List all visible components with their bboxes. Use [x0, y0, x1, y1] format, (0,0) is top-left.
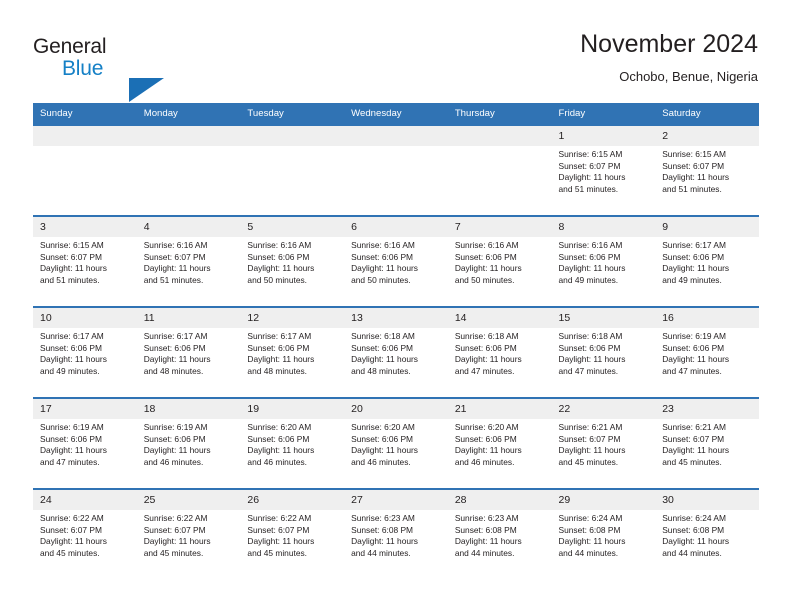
logo-text-general: General — [33, 35, 107, 58]
day-cell-info[interactable]: Sunrise: 6:24 AM Sunset: 6:08 PM Dayligh… — [655, 510, 759, 579]
day-cell-info[interactable]: Sunrise: 6:23 AM Sunset: 6:08 PM Dayligh… — [344, 510, 448, 579]
day-cell-info[interactable]: Sunrise: 6:19 AM Sunset: 6:06 PM Dayligh… — [33, 419, 137, 488]
day-cell-info[interactable]: Sunrise: 6:21 AM Sunset: 6:07 PM Dayligh… — [655, 419, 759, 488]
day-cell-info[interactable]: Sunrise: 6:18 AM Sunset: 6:06 PM Dayligh… — [447, 328, 552, 397]
week-daynumber-row: 12 — [33, 126, 759, 146]
day-cell-info[interactable]: Sunrise: 6:19 AM Sunset: 6:06 PM Dayligh… — [136, 419, 241, 488]
week-dayinfo-row: Sunrise: 6:17 AM Sunset: 6:06 PM Dayligh… — [33, 328, 759, 397]
day-number[interactable]: 25 — [136, 490, 241, 510]
week-daynumber-row: 17 18 19 20 21 22 23 — [33, 399, 759, 419]
day-cell-info[interactable]: Sunrise: 6:17 AM Sunset: 6:06 PM Dayligh… — [240, 328, 345, 397]
day-number[interactable]: 1 — [551, 126, 656, 146]
day-number[interactable]: 9 — [655, 217, 759, 237]
general-blue-logo[interactable]: General Blue — [33, 35, 233, 102]
weekday-header-sunday: Sunday — [33, 103, 137, 124]
day-number-empty — [136, 126, 241, 146]
day-number[interactable]: 19 — [240, 399, 345, 419]
day-number[interactable]: 11 — [136, 308, 241, 328]
day-cell-info[interactable]: Sunrise: 6:17 AM Sunset: 6:06 PM Dayligh… — [655, 237, 759, 306]
day-number[interactable]: 21 — [447, 399, 552, 419]
day-cell-info[interactable]: Sunrise: 6:22 AM Sunset: 6:07 PM Dayligh… — [136, 510, 241, 579]
day-number-empty — [33, 126, 137, 146]
weekday-header-wednesday: Wednesday — [344, 103, 448, 124]
day-number[interactable]: 12 — [240, 308, 345, 328]
logo-triangle-icon — [129, 78, 164, 102]
day-cell-empty — [33, 146, 137, 215]
week-daynumber-row: 24 25 26 27 28 29 30 — [33, 490, 759, 510]
day-number[interactable]: 16 — [655, 308, 759, 328]
day-cell-info[interactable]: Sunrise: 6:21 AM Sunset: 6:07 PM Dayligh… — [551, 419, 656, 488]
day-cell-info[interactable]: Sunrise: 6:19 AM Sunset: 6:06 PM Dayligh… — [655, 328, 759, 397]
day-cell-info[interactable]: Sunrise: 6:16 AM Sunset: 6:06 PM Dayligh… — [447, 237, 552, 306]
page-subtitle: Ochobo, Benue, Nigeria — [619, 69, 758, 84]
day-number[interactable]: 30 — [655, 490, 759, 510]
weekday-header-thursday: Thursday — [447, 103, 552, 124]
week-daynumber-row: 3456789 — [33, 217, 759, 237]
day-cell-info[interactable]: Sunrise: 6:22 AM Sunset: 6:07 PM Dayligh… — [33, 510, 137, 579]
day-number-empty — [240, 126, 345, 146]
weekday-header-saturday: Saturday — [655, 103, 759, 124]
calendar-body: 1 2 Sunrise: 6:15 AM Sunset: 6:07 PM Dayli… — [33, 124, 759, 579]
day-number[interactable]: 8 — [551, 217, 656, 237]
week-dayinfo-row: Sunrise: 6:15 AM Sunset: 6:07 PM Dayligh… — [33, 146, 759, 215]
week-daynumber-row: 10 11 12 13 14 15 16 — [33, 308, 759, 328]
weekday-header-tuesday: Tuesday — [240, 103, 345, 124]
day-number-empty — [344, 126, 448, 146]
day-number[interactable]: 29 — [551, 490, 656, 510]
day-number[interactable]: 22 — [551, 399, 656, 419]
day-number[interactable]: 15 — [551, 308, 656, 328]
week-dayinfo-row: Sunrise: 6:19 AM Sunset: 6:06 PM Dayligh… — [33, 419, 759, 488]
day-number[interactable]: 13 — [344, 308, 448, 328]
day-number[interactable]: 26 — [240, 490, 345, 510]
day-cell-info[interactable]: Sunrise: 6:20 AM Sunset: 6:06 PM Dayligh… — [240, 419, 345, 488]
day-cell-info[interactable]: Sunrise: 6:16 AM Sunset: 6:06 PM Dayligh… — [240, 237, 345, 306]
day-number[interactable]: 7 — [447, 217, 552, 237]
week-dayinfo-row: Sunrise: 6:22 AM Sunset: 6:07 PM Dayligh… — [33, 510, 759, 579]
day-number[interactable]: 28 — [447, 490, 552, 510]
day-number[interactable]: 5 — [240, 217, 345, 237]
day-cell-info[interactable]: Sunrise: 6:17 AM Sunset: 6:06 PM Dayligh… — [33, 328, 137, 397]
day-cell-info[interactable]: Sunrise: 6:18 AM Sunset: 6:06 PM Dayligh… — [344, 328, 448, 397]
day-cell-info[interactable]: Sunrise: 6:16 AM Sunset: 6:07 PM Dayligh… — [136, 237, 241, 306]
day-number[interactable]: 24 — [33, 490, 137, 510]
day-number[interactable]: 27 — [344, 490, 448, 510]
week-dayinfo-row: Sunrise: 6:15 AM Sunset: 6:07 PM Dayligh… — [33, 237, 759, 306]
weekday-header-friday: Friday — [551, 103, 656, 124]
day-number[interactable]: 6 — [344, 217, 448, 237]
day-cell-info[interactable]: Sunrise: 6:23 AM Sunset: 6:08 PM Dayligh… — [447, 510, 552, 579]
day-number[interactable]: 14 — [447, 308, 552, 328]
day-cell-empty — [136, 146, 241, 215]
page-title: November 2024 — [580, 30, 758, 58]
calendar-table: Sunday Monday Tuesday Wednesday Thursday… — [33, 103, 759, 579]
title-block: November 2024 Ochobo, Benue, Nigeria — [580, 28, 758, 87]
day-number[interactable]: 20 — [344, 399, 448, 419]
day-cell-empty — [240, 146, 345, 215]
day-cell-info[interactable]: Sunrise: 6:15 AM Sunset: 6:07 PM Dayligh… — [551, 146, 656, 215]
day-number[interactable]: 23 — [655, 399, 759, 419]
day-number[interactable]: 2 — [655, 126, 759, 146]
day-cell-empty — [447, 146, 552, 215]
day-number-empty — [447, 126, 552, 146]
day-cell-info[interactable]: Sunrise: 6:22 AM Sunset: 6:07 PM Dayligh… — [240, 510, 345, 579]
day-number[interactable]: 18 — [136, 399, 241, 419]
page-header: General Blue November 2024 Ochobo, Benue… — [0, 0, 792, 102]
day-cell-empty — [344, 146, 448, 215]
day-cell-info[interactable]: Sunrise: 6:15 AM Sunset: 6:07 PM Dayligh… — [33, 237, 137, 306]
weekday-header-monday: Monday — [136, 103, 241, 124]
logo-text-blue: Blue — [62, 57, 104, 80]
day-number[interactable]: 4 — [136, 217, 241, 237]
day-number[interactable]: 10 — [33, 308, 137, 328]
day-cell-info[interactable]: Sunrise: 6:20 AM Sunset: 6:06 PM Dayligh… — [344, 419, 448, 488]
day-cell-info[interactable]: Sunrise: 6:17 AM Sunset: 6:06 PM Dayligh… — [136, 328, 241, 397]
day-cell-info[interactable]: Sunrise: 6:15 AM Sunset: 6:07 PM Dayligh… — [655, 146, 759, 215]
day-cell-info[interactable]: Sunrise: 6:16 AM Sunset: 6:06 PM Dayligh… — [551, 237, 656, 306]
day-cell-info[interactable]: Sunrise: 6:18 AM Sunset: 6:06 PM Dayligh… — [551, 328, 656, 397]
day-cell-info[interactable]: Sunrise: 6:20 AM Sunset: 6:06 PM Dayligh… — [447, 419, 552, 488]
day-cell-info[interactable]: Sunrise: 6:16 AM Sunset: 6:06 PM Dayligh… — [344, 237, 448, 306]
day-number[interactable]: 3 — [33, 217, 137, 237]
calendar-page: General Blue November 2024 Ochobo, Benue… — [0, 0, 792, 612]
day-cell-info[interactable]: Sunrise: 6:24 AM Sunset: 6:08 PM Dayligh… — [551, 510, 656, 579]
calendar-header-row: Sunday Monday Tuesday Wednesday Thursday… — [33, 103, 759, 124]
day-number[interactable]: 17 — [33, 399, 137, 419]
